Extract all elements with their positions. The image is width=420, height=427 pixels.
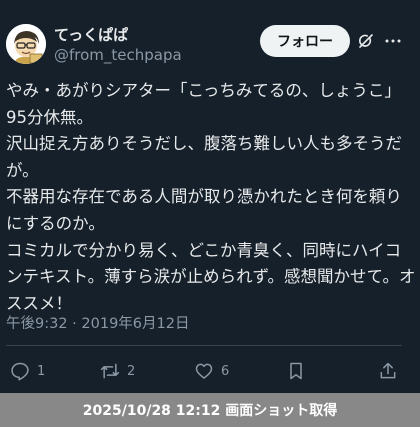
divider — [6, 345, 402, 346]
display-name[interactable]: てっくぱぱ — [54, 24, 128, 45]
grok-icon[interactable] — [357, 32, 375, 50]
tweet-text: やみ・あがりシアター「こっちみてるの、しょうこ」95分休無。 沢山捉え方ありそう… — [6, 81, 416, 313]
cartoon-face-avatar-icon — [6, 24, 46, 64]
retweet-icon — [100, 363, 120, 379]
tweet-timestamp[interactable]: 午後9:32 · 2019年6月12日 — [6, 312, 189, 333]
like-icon — [195, 363, 213, 379]
bookmark-button[interactable] — [286, 360, 306, 382]
share-icon — [380, 362, 396, 379]
more-icon[interactable] — [384, 32, 402, 50]
retweet-button[interactable]: 2 — [100, 360, 135, 382]
tweet-card: てっくぱぱ @from_techpapa フォロー やみ・あがりシアター「こっち… — [0, 0, 420, 393]
reply-button[interactable]: 1 — [10, 360, 45, 382]
reply-count: 1 — [37, 363, 46, 379]
screenshot-caption: 2025/10/28 12:12 画面ショット取得 — [82, 403, 338, 419]
avatar[interactable] — [6, 24, 46, 64]
follow-button[interactable]: フォロー — [260, 25, 350, 57]
user-handle[interactable]: @from_techpapa — [54, 46, 182, 64]
like-button[interactable]: 6 — [194, 360, 229, 382]
screenshot-caption-bar: 2025/10/28 12:12 画面ショット取得 — [0, 393, 420, 427]
share-button[interactable] — [378, 360, 398, 382]
reply-icon — [11, 362, 29, 381]
like-count: 6 — [221, 363, 230, 379]
bookmark-icon — [290, 362, 302, 380]
retweet-count: 2 — [127, 363, 136, 379]
